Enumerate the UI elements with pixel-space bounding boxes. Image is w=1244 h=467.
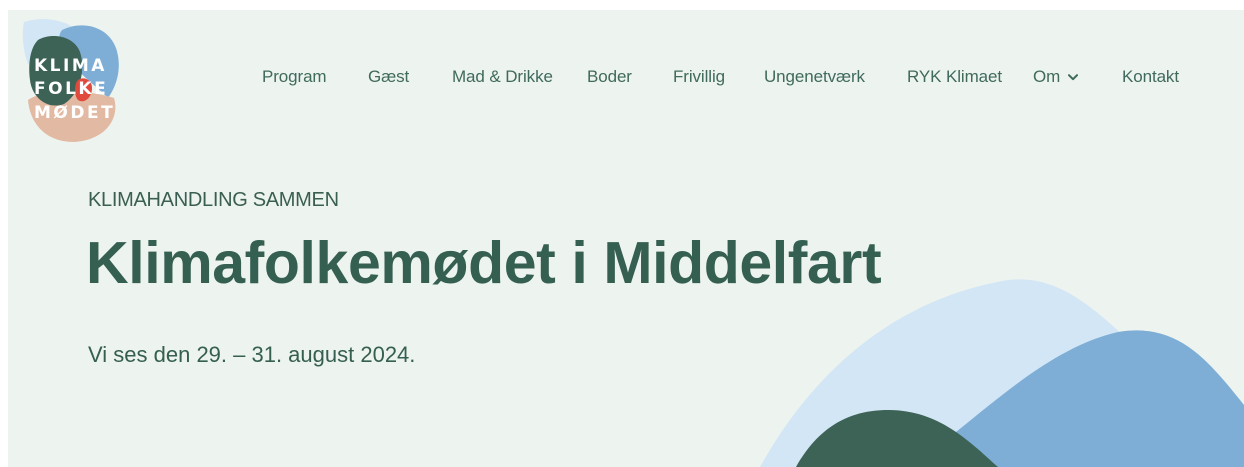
chevron-down-icon: [1068, 74, 1079, 81]
hero-subtitle: Vi ses den 29. – 31. august 2024.: [88, 342, 416, 367]
nav-item-gaest[interactable]: Gæst: [368, 66, 409, 88]
nav-item-om[interactable]: Om: [1033, 66, 1079, 88]
nav-item-program[interactable]: Program: [262, 66, 327, 88]
hero-eyebrow: KLIMAHANDLING SAMMEN: [88, 189, 339, 211]
logo-line-3: MØDET: [34, 103, 115, 123]
nav-item-mad-drikke[interactable]: Mad & Drikke: [452, 66, 553, 88]
nav-item-kontakt[interactable]: Kontakt: [1122, 66, 1179, 88]
main-navigation: Program Gæst Mad & Drikke Boder Frivilli…: [8, 66, 1244, 90]
page: KLIMA FOLKE MØDET Program Gæst Mad & Dri…: [0, 0, 1244, 467]
page-title: Klimafolkemødet i Middelfart: [86, 230, 882, 296]
nav-item-ryk-klimaet[interactable]: RYK Klimaet: [907, 66, 1002, 88]
nav-item-frivillig[interactable]: Frivillig: [673, 66, 725, 88]
nav-item-ungenetvaerk[interactable]: Ungenetværk: [764, 66, 865, 88]
hero-section: KLIMA FOLKE MØDET Program Gæst Mad & Dri…: [8, 10, 1244, 467]
nav-item-boder[interactable]: Boder: [587, 66, 632, 88]
nav-item-om-label: Om: [1033, 67, 1061, 86]
